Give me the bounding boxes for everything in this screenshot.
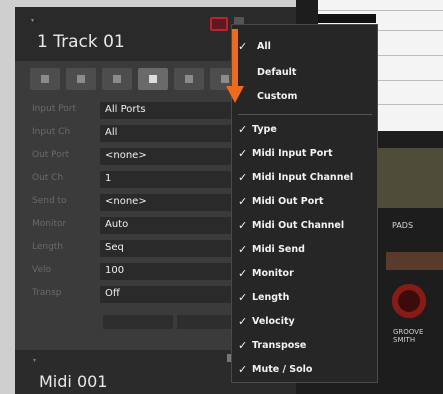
menu-item-label: Length [252, 292, 290, 303]
annotation-arrow-head [226, 86, 244, 103]
menu-item-label: Custom [257, 91, 298, 102]
checkmark-icon: ✓ [238, 195, 248, 208]
toolbar-icon [149, 75, 157, 83]
setting-field[interactable]: All [100, 125, 250, 142]
menu-item-label: Midi Out Channel [252, 220, 345, 231]
checkmark-icon: ✓ [238, 40, 248, 53]
toolbar-icon [41, 75, 49, 83]
checkmark-icon: ✓ [238, 291, 248, 304]
menu-item-label: Velocity [252, 316, 295, 327]
menu-item-midi-input-channel[interactable]: ✓ Midi Input Channel [232, 169, 379, 187]
menu-item-default[interactable]: Default [232, 64, 379, 82]
menu-item-monitor[interactable]: ✓ Monitor [232, 265, 379, 283]
setting-field[interactable]: All Ports [100, 102, 250, 119]
toolbar-icon [77, 75, 85, 83]
setting-label: Input Port [32, 104, 77, 114]
setting-label: Velo [32, 265, 52, 275]
toolbar-button-5[interactable] [174, 68, 204, 90]
setting-label: Transp [32, 288, 62, 298]
toolbar-button-3[interactable] [102, 68, 132, 90]
clip-name[interactable]: Midi 001 [39, 372, 107, 391]
menu-item-label: Default [257, 67, 297, 78]
menu-item-label: Midi Input Channel [252, 172, 354, 183]
menu-item-label: Midi Out Port [252, 196, 324, 207]
track-title[interactable]: 1 Track 01 [37, 32, 125, 52]
checkmark-icon: ✓ [238, 267, 248, 280]
setting-label: Input Ch [32, 127, 71, 137]
menu-divider [238, 114, 372, 115]
setting-label: Out Port [32, 150, 70, 160]
setting-value: All [105, 127, 118, 138]
setting-value: 1 [105, 173, 112, 184]
column-visibility-menu: ✓ All Default Custom ✓ Type ✓ Midi Input… [231, 24, 378, 383]
groove-knob[interactable] [392, 284, 426, 318]
menu-item-mute-solo[interactable]: ✓ Mute / Solo [232, 361, 379, 379]
menu-item-type[interactable]: ✓ Type [232, 121, 379, 139]
collapse-icon[interactable]: ▾ [33, 357, 37, 364]
menu-item-all[interactable]: ✓ All [232, 38, 379, 56]
menu-item-label: Midi Input Port [252, 148, 333, 159]
setting-value: All Ports [105, 104, 146, 115]
collapse-icon[interactable]: ▾ [31, 17, 35, 24]
checkmark-icon: ✓ [238, 315, 248, 328]
setting-value: Seq [105, 242, 124, 253]
setting-label: Out Ch [32, 173, 64, 183]
track-toolbar [30, 68, 240, 90]
record-icon[interactable] [210, 17, 228, 31]
setting-field[interactable]: Seq [100, 240, 250, 257]
toolbar-icon [113, 75, 121, 83]
setting-label: Send to [32, 196, 67, 206]
setting-value: 100 [105, 265, 125, 276]
checkmark-icon: ✓ [238, 147, 248, 160]
setting-value: Auto [105, 219, 129, 230]
menu-item-transpose[interactable]: ✓ Transpose [232, 337, 379, 355]
menu-item-midi-input-port[interactable]: ✓ Midi Input Port [232, 145, 379, 163]
checkmark-icon: ✓ [238, 171, 248, 184]
mute-button[interactable] [103, 315, 173, 329]
instrument-block [375, 148, 443, 208]
instrument-button[interactable] [386, 252, 443, 270]
pads-label: PADS [392, 221, 414, 230]
menu-item-velocity[interactable]: ✓ Velocity [232, 313, 379, 331]
menu-item-label: Monitor [252, 268, 294, 279]
setting-value: <none> [105, 196, 147, 207]
annotation-arrow [232, 29, 238, 89]
setting-value: <none> [105, 150, 147, 161]
setting-value: Off [105, 288, 120, 299]
setting-label: Length [32, 242, 64, 252]
toolbar-icon [185, 75, 193, 83]
setting-field[interactable]: <none> [100, 194, 250, 211]
setting-field[interactable]: 100 [100, 263, 250, 280]
menu-item-custom[interactable]: Custom [232, 88, 379, 106]
setting-field[interactable]: <none> [100, 148, 250, 165]
toolbar-button-2[interactable] [66, 68, 96, 90]
menu-item-midi-out-channel[interactable]: ✓ Midi Out Channel [232, 217, 379, 235]
toolbar-button-4[interactable] [138, 68, 168, 90]
menu-item-label: Transpose [252, 340, 307, 351]
setting-label: Monitor [32, 219, 67, 229]
checkmark-icon: ✓ [238, 243, 248, 256]
toolbar-icon [221, 75, 229, 83]
setting-field[interactable]: Off [100, 286, 250, 303]
toolbar-button-1[interactable] [30, 68, 60, 90]
setting-field[interactable]: Auto [100, 217, 250, 234]
knob-label: GROOVE SMITH [393, 328, 424, 344]
menu-item-label: Type [252, 124, 277, 135]
checkmark-icon: ✓ [238, 363, 248, 376]
menu-item-label: All [257, 41, 271, 52]
checkmark-icon: ✓ [238, 219, 248, 232]
menu-item-midi-send[interactable]: ✓ Midi Send [232, 241, 379, 259]
menu-item-label: Midi Send [252, 244, 305, 255]
menu-item-label: Mute / Solo [252, 364, 313, 375]
menu-item-length[interactable]: ✓ Length [232, 289, 379, 307]
checkmark-icon: ✓ [238, 123, 248, 136]
checkmark-icon: ✓ [238, 339, 248, 352]
setting-field[interactable]: 1 [100, 171, 250, 188]
menu-item-midi-out-port[interactable]: ✓ Midi Out Port [232, 193, 379, 211]
